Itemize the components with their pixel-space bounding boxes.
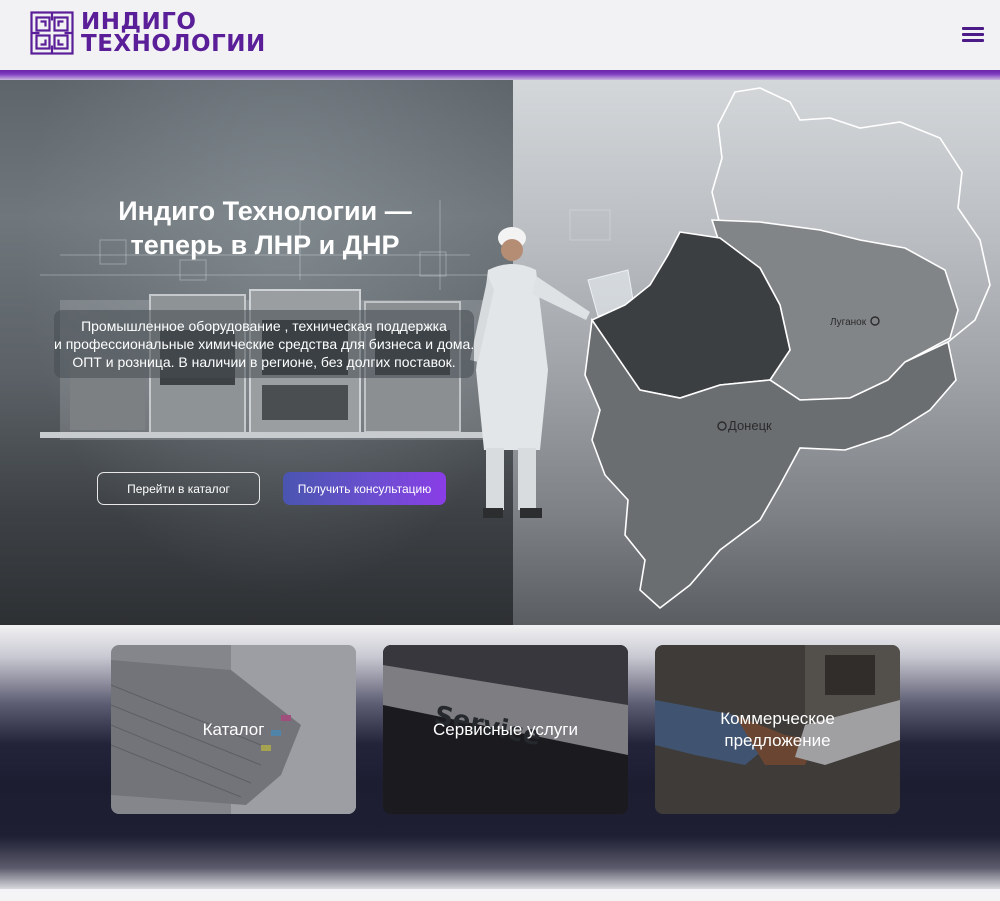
hero-title-line1: Индиго Технологии —: [118, 196, 412, 226]
hero-text-line2: и профессиональные химические средства д…: [54, 336, 475, 352]
card-commercial-label: Коммерческое предложение: [720, 708, 835, 750]
logo-line1: ИНДИГО: [81, 9, 197, 35]
region-map: Луганок Донецк: [584, 87, 991, 610]
logo-mark-icon: [30, 11, 74, 55]
header-divider: [0, 70, 1000, 80]
burger-bar: [962, 33, 984, 36]
footer-strip: [0, 889, 1000, 901]
logo[interactable]: ИНДИГО ТЕХНОЛОГИИ: [30, 9, 266, 57]
card-commercial-offer[interactable]: Коммерческое предложение: [655, 645, 900, 814]
map-label-donetsk: Донецк: [728, 418, 772, 433]
card-catalog[interactable]: Каталог: [111, 645, 356, 814]
site-header: ИНДИГО ТЕХНОЛОГИИ: [0, 0, 1000, 70]
hero-description: Промышленное оборудование , техническая …: [54, 310, 474, 378]
card-services[interactable]: Service Сервисные услуги: [383, 645, 628, 814]
logo-line2: ТЕХНОЛОГИИ: [81, 31, 266, 57]
burger-bar: [962, 27, 984, 30]
map-label-lugansk: Луганок: [830, 317, 867, 328]
hero-text-line3: ОПТ и розница. В наличии в регионе, без …: [72, 354, 456, 370]
card-services-label: Сервисные услуги: [433, 719, 578, 739]
burger-bar: [962, 39, 984, 42]
card-catalog-label: Каталог: [202, 719, 265, 739]
hero-title-line2: теперь в ЛНР и ДНР: [130, 230, 400, 260]
hero-text-line1: Промышленное оборудование , техническая …: [81, 318, 447, 334]
get-consultation-button[interactable]: Получить консультацию: [283, 472, 446, 505]
menu-burger-icon[interactable]: [962, 25, 984, 43]
hero-title: Индиго Технологии — теперь в ЛНР и ДНР: [80, 194, 450, 262]
hero-section: Луганок Донецк Индиго Технологии — тепер…: [0, 80, 1000, 625]
go-to-catalog-button[interactable]: Перейти в каталог: [97, 472, 260, 505]
logo-text: ИНДИГО ТЕХНОЛОГИИ: [81, 9, 266, 57]
